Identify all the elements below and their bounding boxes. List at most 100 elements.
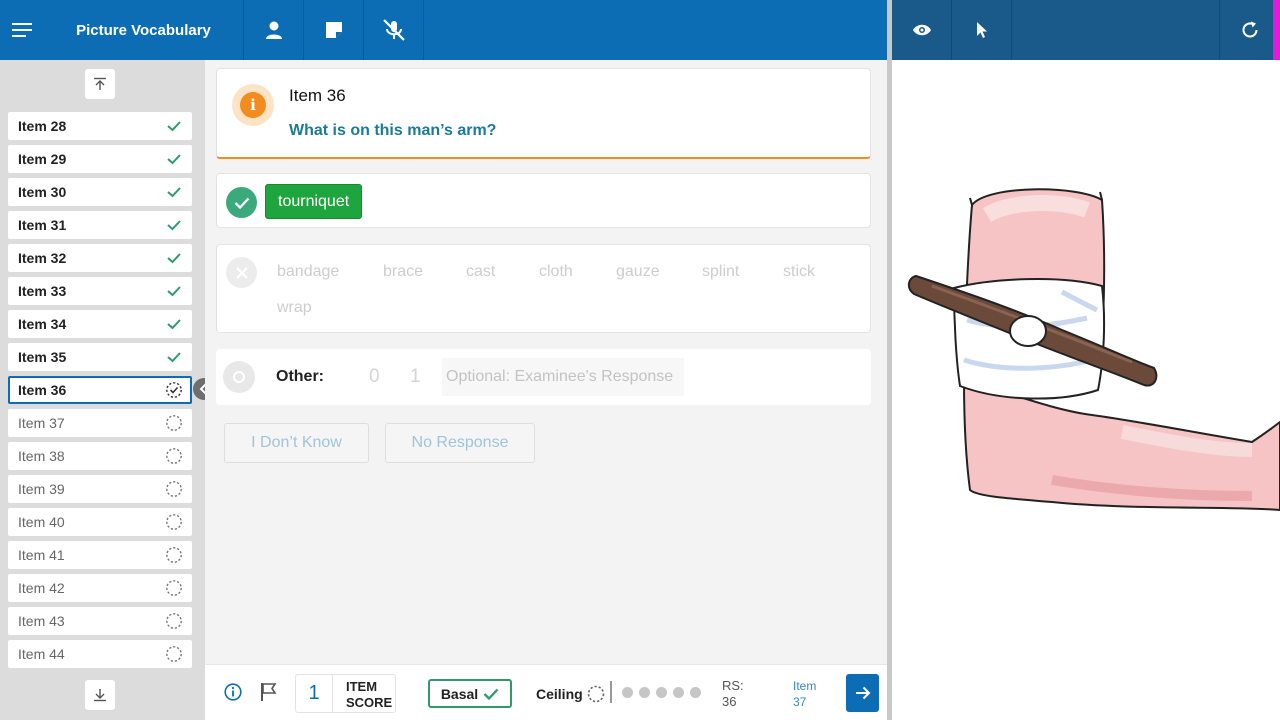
other-toggle[interactable] [223, 361, 255, 393]
other-response-row: Other: 0 1 [216, 349, 871, 405]
stimulus-picture-panel [892, 60, 1280, 720]
correct-answer-button[interactable]: tourniquet [265, 184, 363, 219]
incorrect-answers-row: bandage brace cast cloth gauze splint st… [216, 244, 871, 333]
main-panel: i Item 36 What is on this man’s arm? tou… [205, 60, 887, 664]
dont-know-button[interactable]: I Don’t Know [224, 423, 369, 463]
show-stimulus-button[interactable] [892, 0, 952, 60]
sidebar-item-label: Item 41 [18, 547, 65, 563]
pending-icon [166, 415, 182, 431]
footer-separator [610, 681, 612, 703]
sidebar-item[interactable]: Item 32 [8, 244, 192, 272]
check-icon [483, 688, 499, 700]
item-score-value[interactable]: 1 [296, 675, 333, 712]
sidebar-item[interactable]: Item 42 [8, 574, 192, 602]
sidebar-item[interactable]: Item 35 [8, 343, 192, 371]
incorrect-toggle[interactable] [226, 257, 257, 288]
basal-label: Basal [440, 685, 479, 702]
sidebar-item[interactable]: Item 43 [8, 607, 192, 635]
info-icon: i [240, 92, 266, 118]
sidebar-item[interactable]: Item 33 [8, 277, 192, 305]
incorrect-answer-option[interactable]: brace [383, 263, 423, 281]
sidebar-item[interactable]: Item 29 [8, 145, 192, 173]
note-icon [325, 22, 342, 38]
scroll-to-top-button[interactable] [85, 69, 115, 99]
examinee-response-input[interactable] [442, 358, 684, 396]
sidebar-item-label: Item 44 [18, 646, 65, 662]
pending-icon [166, 613, 182, 629]
progress-dot [656, 687, 667, 698]
sidebar-item[interactable]: Item 38 [8, 442, 192, 470]
incorrect-answer-option[interactable]: bandage [277, 263, 339, 281]
incorrect-answer-option[interactable]: splint [702, 263, 739, 281]
sidebar-item-label: Item 35 [18, 349, 67, 365]
raw-score-value: 36 [722, 694, 737, 709]
arrow-to-bottom-icon [94, 689, 106, 702]
sidebar-item[interactable]: Item 40 [8, 508, 192, 536]
progress-dot [673, 687, 684, 698]
sidebar-item-label: Item 31 [18, 217, 67, 233]
sidebar-item[interactable]: Item 31 [8, 211, 192, 239]
sidebar-item[interactable]: Item 30 [8, 178, 192, 206]
sidebar-item-label: Item 38 [18, 448, 65, 464]
info-button[interactable] [224, 683, 242, 706]
score-option-0[interactable]: 0 [369, 366, 380, 388]
pending-icon [587, 685, 604, 703]
info-badge: i [232, 84, 274, 126]
next-item-label: Item 37 [793, 678, 816, 710]
pointer-button[interactable] [952, 0, 1012, 60]
scroll-to-bottom-button[interactable] [85, 680, 115, 710]
refresh-button[interactable] [1220, 0, 1280, 60]
correct-toggle[interactable] [226, 187, 257, 218]
raw-score-label: RS: [722, 678, 744, 693]
incorrect-answer-option[interactable]: wrap [277, 299, 312, 317]
refresh-icon [1242, 21, 1257, 38]
item-sidebar: Item 28 Item 29 Item 30 Item 31 Item 32 Item … [0, 60, 200, 720]
person-icon [265, 21, 282, 39]
sidebar-item-label: Item 39 [18, 481, 65, 497]
raw-score: RS: 36 [722, 678, 744, 710]
sidebar-item[interactable]: Item 28 [8, 112, 192, 140]
menu-button[interactable] [0, 0, 44, 60]
check-icon [167, 187, 181, 198]
examinee-button[interactable] [244, 0, 304, 60]
incorrect-answer-option[interactable]: cloth [539, 263, 573, 281]
pending-icon [166, 448, 182, 464]
pending-icon [166, 646, 182, 662]
sidebar-item[interactable]: Item 37 [8, 409, 192, 437]
footer-bar: 1 ITEM SCORE Basal Ceiling RS: 36 Item 3… [205, 664, 887, 720]
check-icon [167, 352, 181, 363]
notes-button[interactable] [304, 0, 364, 60]
sidebar-item[interactable]: Item 36 [8, 376, 192, 404]
next-item-button[interactable] [846, 674, 879, 712]
incorrect-answer-option[interactable]: stick [783, 263, 815, 281]
check-icon [167, 154, 181, 165]
sidebar-item-label: Item 37 [18, 415, 65, 431]
item-score-label-line1: ITEM [346, 679, 378, 694]
circle-icon [233, 371, 245, 383]
sidebar-item[interactable]: Item 41 [8, 541, 192, 569]
incorrect-answer-option[interactable]: cast [466, 263, 495, 281]
no-response-button[interactable]: No Response [385, 423, 535, 463]
menu-icon [12, 23, 32, 37]
other-label: Other: [276, 368, 324, 385]
sidebar-item-label: Item 29 [18, 151, 67, 167]
score-option-1[interactable]: 1 [410, 366, 421, 388]
sidebar-item-label: Item 43 [18, 613, 65, 629]
progress-dot [622, 687, 633, 698]
sidebar-item[interactable]: Item 34 [8, 310, 192, 338]
flag-button[interactable] [260, 682, 277, 707]
item-score-label: ITEM SCORE [346, 679, 392, 711]
item-score-label-line2: SCORE [346, 695, 393, 710]
progress-dot [639, 687, 650, 698]
sidebar-item[interactable]: Item 44 [8, 640, 192, 668]
progress-dot [690, 687, 701, 698]
ceiling-label: Ceiling [536, 686, 583, 702]
incorrect-answer-option[interactable]: gauze [616, 263, 660, 281]
mute-button[interactable] [364, 0, 424, 60]
check-icon [167, 220, 181, 231]
sidebar-item-label: Item 33 [18, 283, 67, 299]
stimulus-toolbar [892, 0, 1280, 60]
ceiling-status: Ceiling [536, 685, 605, 703]
sidebar-item[interactable]: Item 39 [8, 475, 192, 503]
mic-off-icon [382, 19, 405, 41]
